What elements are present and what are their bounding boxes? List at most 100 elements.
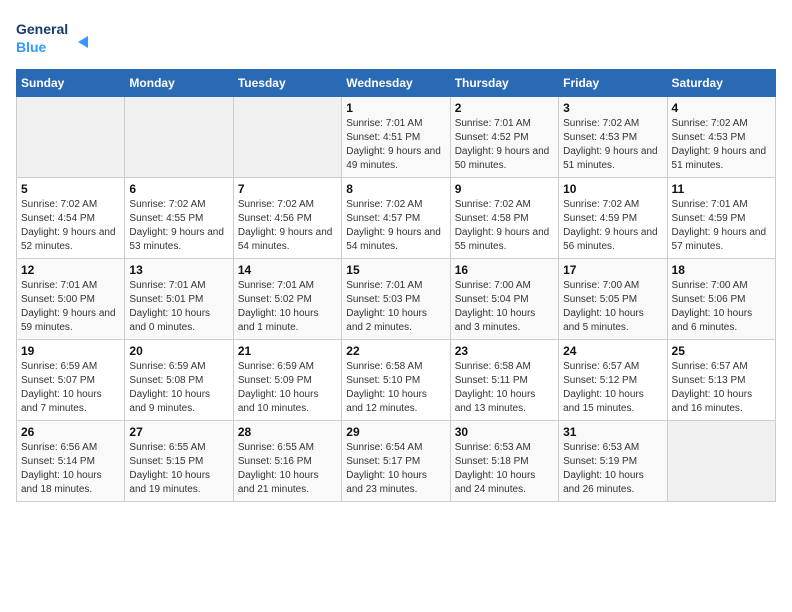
day-number: 22 bbox=[346, 344, 445, 358]
day-info: Sunrise: 6:53 AM Sunset: 5:18 PM Dayligh… bbox=[455, 441, 554, 497]
day-number: 16 bbox=[455, 263, 554, 277]
day-info: Sunrise: 7:02 AM Sunset: 4:53 PM Dayligh… bbox=[563, 117, 662, 173]
day-info: Sunrise: 7:01 AM Sunset: 5:00 PM Dayligh… bbox=[21, 279, 120, 335]
day-number: 15 bbox=[346, 263, 445, 277]
day-number: 7 bbox=[238, 182, 337, 196]
calendar-day-cell: 8Sunrise: 7:02 AM Sunset: 4:57 PM Daylig… bbox=[342, 178, 450, 259]
day-info: Sunrise: 7:01 AM Sunset: 4:59 PM Dayligh… bbox=[672, 198, 771, 254]
day-info: Sunrise: 7:00 AM Sunset: 5:04 PM Dayligh… bbox=[455, 279, 554, 335]
calendar-day-cell: 16 Sunrise: 7:00 AM Sunset: 5:04 PM Dayli… bbox=[450, 259, 558, 340]
day-info: Sunrise: 7:02 AM Sunset: 4:56 PM Dayligh… bbox=[238, 198, 337, 254]
day-info: Sunrise: 6:57 AM Sunset: 5:12 PM Dayligh… bbox=[563, 360, 662, 416]
calendar-day-cell: 10 Sunrise: 7:02 AM Sunset: 4:59 PM Dayli… bbox=[559, 178, 667, 259]
day-info: Sunrise: 6:59 AM Sunset: 5:09 PM Dayligh… bbox=[238, 360, 337, 416]
calendar-day-cell: 3 Sunrise: 7:02 AM Sunset: 4:53 PM Daylig… bbox=[559, 97, 667, 178]
calendar-week-row: 26 Sunrise: 6:56 AM Sunset: 5:14 PM Dayli… bbox=[17, 421, 776, 502]
calendar-week-row: 5 Sunrise: 7:02 AM Sunset: 4:54 PM Daylig… bbox=[17, 178, 776, 259]
day-of-week-header: Sunday bbox=[17, 70, 125, 97]
calendar-day-cell: 29Sunrise: 6:54 AM Sunset: 5:17 PM Dayli… bbox=[342, 421, 450, 502]
calendar-day-cell: 24 Sunrise: 6:57 AM Sunset: 5:12 PM Dayli… bbox=[559, 340, 667, 421]
calendar-week-row: 19Sunrise: 6:59 AM Sunset: 5:07 PM Dayli… bbox=[17, 340, 776, 421]
day-info: Sunrise: 6:57 AM Sunset: 5:13 PM Dayligh… bbox=[672, 360, 771, 416]
calendar-day-cell: 14 Sunrise: 7:01 AM Sunset: 5:02 PM Dayli… bbox=[233, 259, 341, 340]
day-number: 5 bbox=[21, 182, 120, 196]
calendar-day-cell: 23 Sunrise: 6:58 AM Sunset: 5:11 PM Dayli… bbox=[450, 340, 558, 421]
calendar-day-cell: 9Sunrise: 7:02 AM Sunset: 4:58 PM Daylig… bbox=[450, 178, 558, 259]
day-number: 12 bbox=[21, 263, 120, 277]
day-number: 31 bbox=[563, 425, 662, 439]
calendar-day-cell: 13 Sunrise: 7:01 AM Sunset: 5:01 PM Dayli… bbox=[125, 259, 233, 340]
calendar-day-cell: 20Sunrise: 6:59 AM Sunset: 5:08 PM Dayli… bbox=[125, 340, 233, 421]
logo: General Blue bbox=[16, 16, 96, 61]
day-info: Sunrise: 6:59 AM Sunset: 5:08 PM Dayligh… bbox=[129, 360, 228, 416]
day-number: 10 bbox=[563, 182, 662, 196]
calendar-day-cell: 12 Sunrise: 7:01 AM Sunset: 5:00 PM Dayli… bbox=[17, 259, 125, 340]
day-number: 25 bbox=[672, 344, 771, 358]
day-info: Sunrise: 7:01 AM Sunset: 4:52 PM Dayligh… bbox=[455, 117, 554, 173]
day-number: 3 bbox=[563, 101, 662, 115]
calendar-week-row: 12 Sunrise: 7:01 AM Sunset: 5:00 PM Dayli… bbox=[17, 259, 776, 340]
day-number: 17 bbox=[563, 263, 662, 277]
day-info: Sunrise: 7:01 AM Sunset: 5:02 PM Dayligh… bbox=[238, 279, 337, 335]
day-info: Sunrise: 7:00 AM Sunset: 5:06 PM Dayligh… bbox=[672, 279, 771, 335]
day-number: 1 bbox=[346, 101, 445, 115]
day-info: Sunrise: 7:02 AM Sunset: 4:53 PM Dayligh… bbox=[672, 117, 771, 173]
day-info: Sunrise: 6:59 AM Sunset: 5:07 PM Dayligh… bbox=[21, 360, 120, 416]
day-info: Sunrise: 7:02 AM Sunset: 4:58 PM Dayligh… bbox=[455, 198, 554, 254]
page-header: General Blue bbox=[16, 16, 776, 61]
calendar-day-cell: 7 Sunrise: 7:02 AM Sunset: 4:56 PM Daylig… bbox=[233, 178, 341, 259]
day-info: Sunrise: 6:54 AM Sunset: 5:17 PM Dayligh… bbox=[346, 441, 445, 497]
calendar-day-cell bbox=[233, 97, 341, 178]
day-number: 21 bbox=[238, 344, 337, 358]
calendar-day-cell: 6 Sunrise: 7:02 AM Sunset: 4:55 PM Daylig… bbox=[125, 178, 233, 259]
day-info: Sunrise: 7:01 AM Sunset: 5:01 PM Dayligh… bbox=[129, 279, 228, 335]
day-number: 28 bbox=[238, 425, 337, 439]
day-of-week-header: Friday bbox=[559, 70, 667, 97]
calendar-body: 1Sunrise: 7:01 AM Sunset: 4:51 PM Daylig… bbox=[17, 97, 776, 502]
day-info: Sunrise: 6:58 AM Sunset: 5:10 PM Dayligh… bbox=[346, 360, 445, 416]
calendar-day-cell: 30 Sunrise: 6:53 AM Sunset: 5:18 PM Dayli… bbox=[450, 421, 558, 502]
day-number: 13 bbox=[129, 263, 228, 277]
calendar-day-cell: 2 Sunrise: 7:01 AM Sunset: 4:52 PM Daylig… bbox=[450, 97, 558, 178]
day-info: Sunrise: 6:55 AM Sunset: 5:16 PM Dayligh… bbox=[238, 441, 337, 497]
day-number: 4 bbox=[672, 101, 771, 115]
day-number: 18 bbox=[672, 263, 771, 277]
calendar-day-cell: 26 Sunrise: 6:56 AM Sunset: 5:14 PM Dayli… bbox=[17, 421, 125, 502]
logo-svg: General Blue bbox=[16, 16, 96, 61]
day-of-week-header: Tuesday bbox=[233, 70, 341, 97]
day-info: Sunrise: 7:01 AM Sunset: 5:03 PM Dayligh… bbox=[346, 279, 445, 335]
day-of-week-header: Wednesday bbox=[342, 70, 450, 97]
day-number: 2 bbox=[455, 101, 554, 115]
calendar-week-row: 1Sunrise: 7:01 AM Sunset: 4:51 PM Daylig… bbox=[17, 97, 776, 178]
calendar-day-cell: 1Sunrise: 7:01 AM Sunset: 4:51 PM Daylig… bbox=[342, 97, 450, 178]
calendar-day-cell: 22 Sunrise: 6:58 AM Sunset: 5:10 PM Dayli… bbox=[342, 340, 450, 421]
day-info: Sunrise: 6:53 AM Sunset: 5:19 PM Dayligh… bbox=[563, 441, 662, 497]
calendar-day-cell: 18 Sunrise: 7:00 AM Sunset: 5:06 PM Dayli… bbox=[667, 259, 775, 340]
day-number: 27 bbox=[129, 425, 228, 439]
svg-text:Blue: Blue bbox=[16, 39, 47, 55]
day-number: 23 bbox=[455, 344, 554, 358]
day-number: 30 bbox=[455, 425, 554, 439]
calendar-day-cell: 5 Sunrise: 7:02 AM Sunset: 4:54 PM Daylig… bbox=[17, 178, 125, 259]
day-info: Sunrise: 6:56 AM Sunset: 5:14 PM Dayligh… bbox=[21, 441, 120, 497]
day-info: Sunrise: 7:02 AM Sunset: 4:55 PM Dayligh… bbox=[129, 198, 228, 254]
calendar-day-cell: 21 Sunrise: 6:59 AM Sunset: 5:09 PM Dayli… bbox=[233, 340, 341, 421]
calendar-day-cell: 31 Sunrise: 6:53 AM Sunset: 5:19 PM Dayli… bbox=[559, 421, 667, 502]
day-info: Sunrise: 6:55 AM Sunset: 5:15 PM Dayligh… bbox=[129, 441, 228, 497]
day-of-week-header: Monday bbox=[125, 70, 233, 97]
calendar-day-cell: 27 Sunrise: 6:55 AM Sunset: 5:15 PM Dayli… bbox=[125, 421, 233, 502]
day-info: Sunrise: 6:58 AM Sunset: 5:11 PM Dayligh… bbox=[455, 360, 554, 416]
calendar-header-row: SundayMondayTuesdayWednesdayThursdayFrid… bbox=[17, 70, 776, 97]
day-of-week-header: Thursday bbox=[450, 70, 558, 97]
day-number: 26 bbox=[21, 425, 120, 439]
day-number: 11 bbox=[672, 182, 771, 196]
day-number: 6 bbox=[129, 182, 228, 196]
day-info: Sunrise: 7:02 AM Sunset: 4:54 PM Dayligh… bbox=[21, 198, 120, 254]
day-number: 24 bbox=[563, 344, 662, 358]
calendar-day-cell bbox=[667, 421, 775, 502]
calendar-day-cell: 4 Sunrise: 7:02 AM Sunset: 4:53 PM Daylig… bbox=[667, 97, 775, 178]
day-info: Sunrise: 7:02 AM Sunset: 4:59 PM Dayligh… bbox=[563, 198, 662, 254]
calendar-day-cell: 11 Sunrise: 7:01 AM Sunset: 4:59 PM Dayli… bbox=[667, 178, 775, 259]
day-number: 14 bbox=[238, 263, 337, 277]
day-number: 8 bbox=[346, 182, 445, 196]
